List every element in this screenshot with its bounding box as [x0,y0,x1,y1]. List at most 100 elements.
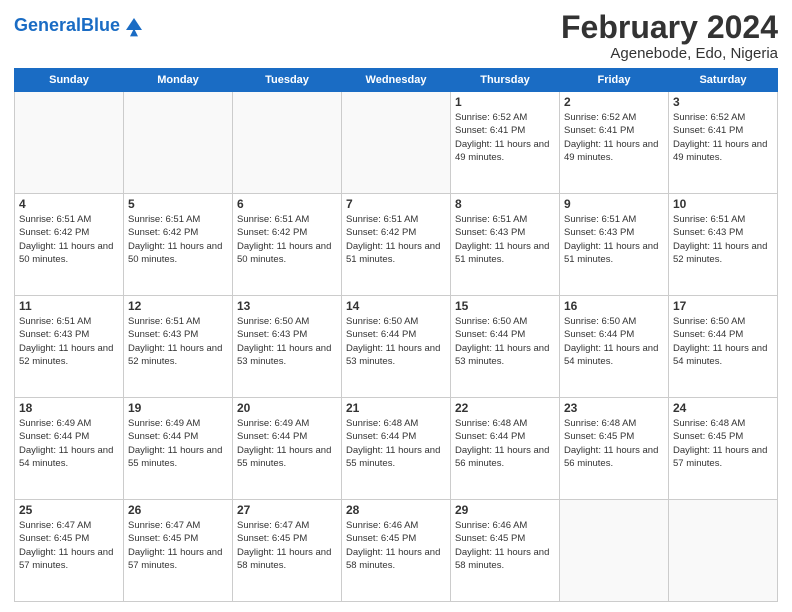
day-number: 1 [455,95,555,109]
day-info: Sunrise: 6:50 AM Sunset: 6:44 PM Dayligh… [346,315,446,368]
day-number: 3 [673,95,773,109]
day-number: 9 [564,197,664,211]
weekday-saturday: Saturday [669,69,778,92]
day-info: Sunrise: 6:46 AM Sunset: 6:45 PM Dayligh… [455,519,555,572]
weekday-friday: Friday [560,69,669,92]
day-number: 23 [564,401,664,415]
day-number: 8 [455,197,555,211]
day-info: Sunrise: 6:52 AM Sunset: 6:41 PM Dayligh… [673,111,773,164]
day-number: 27 [237,503,337,517]
day-cell: 19 Sunrise: 6:49 AM Sunset: 6:44 PM Dayli… [124,398,233,500]
day-cell: 17 Sunrise: 6:50 AM Sunset: 6:44 PM Dayli… [669,296,778,398]
day-cell: 29Sunrise: 6:46 AM Sunset: 6:45 PM Dayli… [451,500,560,602]
day-number: 2 [564,95,664,109]
day-number: 17 [673,299,773,313]
day-number: 24 [673,401,773,415]
day-info: Sunrise: 6:51 AM Sunset: 6:43 PM Dayligh… [128,315,228,368]
day-cell: 9 Sunrise: 6:51 AM Sunset: 6:43 PM Daylig… [560,194,669,296]
title-area: February 2024 Agenebode, Edo, Nigeria [561,10,778,62]
day-cell: 18 Sunrise: 6:49 AM Sunset: 6:44 PM Dayli… [15,398,124,500]
day-cell: 4 Sunrise: 6:51 AM Sunset: 6:42 PM Daylig… [15,194,124,296]
day-cell [233,92,342,194]
day-cell: 5 Sunrise: 6:51 AM Sunset: 6:42 PM Daylig… [124,194,233,296]
week-row-0: 1 Sunrise: 6:52 AM Sunset: 6:41 PM Daylig… [15,92,778,194]
subtitle: Agenebode, Edo, Nigeria [561,45,778,62]
day-info: Sunrise: 6:51 AM Sunset: 6:43 PM Dayligh… [455,213,555,266]
day-number: 18 [19,401,119,415]
day-cell: 16 Sunrise: 6:50 AM Sunset: 6:44 PM Dayli… [560,296,669,398]
day-cell: 21 Sunrise: 6:48 AM Sunset: 6:44 PM Dayli… [342,398,451,500]
day-info: Sunrise: 6:47 AM Sunset: 6:45 PM Dayligh… [237,519,337,572]
week-row-2: 11Sunrise: 6:51 AM Sunset: 6:43 PM Dayli… [15,296,778,398]
weekday-thursday: Thursday [451,69,560,92]
header: GeneralBlue February 2024 Agenebode, Edo… [14,10,778,62]
day-info: Sunrise: 6:52 AM Sunset: 6:41 PM Dayligh… [455,111,555,164]
day-cell: 7 Sunrise: 6:51 AM Sunset: 6:42 PM Daylig… [342,194,451,296]
day-number: 22 [455,401,555,415]
day-number: 25 [19,503,119,517]
day-number: 7 [346,197,446,211]
logo-text-general: General [14,15,81,35]
day-info: Sunrise: 6:50 AM Sunset: 6:44 PM Dayligh… [564,315,664,368]
day-cell: 25 Sunrise: 6:47 AM Sunset: 6:45 PM Dayli… [15,500,124,602]
day-info: Sunrise: 6:51 AM Sunset: 6:43 PM Dayligh… [564,213,664,266]
day-number: 4 [19,197,119,211]
day-cell: 3 Sunrise: 6:52 AM Sunset: 6:41 PM Daylig… [669,92,778,194]
day-number: 12 [128,299,228,313]
day-cell: 28 Sunrise: 6:46 AM Sunset: 6:45 PM Dayli… [342,500,451,602]
day-cell: 22Sunrise: 6:48 AM Sunset: 6:44 PM Dayli… [451,398,560,500]
calendar-table: SundayMondayTuesdayWednesdayThursdayFrid… [14,68,778,602]
day-cell: 15 Sunrise: 6:50 AM Sunset: 6:44 PM Dayli… [451,296,560,398]
day-cell [342,92,451,194]
day-cell: 8 Sunrise: 6:51 AM Sunset: 6:43 PM Daylig… [451,194,560,296]
day-info: Sunrise: 6:49 AM Sunset: 6:44 PM Dayligh… [237,417,337,470]
day-info: Sunrise: 6:47 AM Sunset: 6:45 PM Dayligh… [19,519,119,572]
day-cell: 6 Sunrise: 6:51 AM Sunset: 6:42 PM Daylig… [233,194,342,296]
day-cell: 20 Sunrise: 6:49 AM Sunset: 6:44 PM Dayli… [233,398,342,500]
day-number: 26 [128,503,228,517]
day-info: Sunrise: 6:51 AM Sunset: 6:43 PM Dayligh… [673,213,773,266]
day-cell: 11Sunrise: 6:51 AM Sunset: 6:43 PM Dayli… [15,296,124,398]
day-info: Sunrise: 6:48 AM Sunset: 6:44 PM Dayligh… [346,417,446,470]
weekday-wednesday: Wednesday [342,69,451,92]
day-cell: 24 Sunrise: 6:48 AM Sunset: 6:45 PM Dayli… [669,398,778,500]
day-info: Sunrise: 6:48 AM Sunset: 6:45 PM Dayligh… [564,417,664,470]
day-info: Sunrise: 6:51 AM Sunset: 6:42 PM Dayligh… [346,213,446,266]
day-number: 19 [128,401,228,415]
day-info: Sunrise: 6:51 AM Sunset: 6:43 PM Dayligh… [19,315,119,368]
day-number: 16 [564,299,664,313]
day-number: 28 [346,503,446,517]
day-info: Sunrise: 6:51 AM Sunset: 6:42 PM Dayligh… [237,213,337,266]
day-cell: 13Sunrise: 6:50 AM Sunset: 6:43 PM Dayli… [233,296,342,398]
weekday-tuesday: Tuesday [233,69,342,92]
day-cell [15,92,124,194]
day-cell [560,500,669,602]
week-row-4: 25 Sunrise: 6:47 AM Sunset: 6:45 PM Dayli… [15,500,778,602]
day-cell: 2Sunrise: 6:52 AM Sunset: 6:41 PM Daylig… [560,92,669,194]
logo-icon [122,14,146,38]
main-title: February 2024 [561,10,778,45]
logo: GeneralBlue [14,14,146,38]
weekday-header-row: SundayMondayTuesdayWednesdayThursdayFrid… [15,69,778,92]
day-cell: 14Sunrise: 6:50 AM Sunset: 6:44 PM Dayli… [342,296,451,398]
logo-text: GeneralBlue [14,16,120,36]
day-cell [124,92,233,194]
day-number: 15 [455,299,555,313]
day-info: Sunrise: 6:46 AM Sunset: 6:45 PM Dayligh… [346,519,446,572]
day-number: 10 [673,197,773,211]
day-number: 5 [128,197,228,211]
day-number: 20 [237,401,337,415]
day-number: 6 [237,197,337,211]
week-row-1: 4 Sunrise: 6:51 AM Sunset: 6:42 PM Daylig… [15,194,778,296]
day-cell: 27 Sunrise: 6:47 AM Sunset: 6:45 PM Dayli… [233,500,342,602]
day-info: Sunrise: 6:51 AM Sunset: 6:42 PM Dayligh… [128,213,228,266]
day-info: Sunrise: 6:49 AM Sunset: 6:44 PM Dayligh… [19,417,119,470]
day-info: Sunrise: 6:50 AM Sunset: 6:44 PM Dayligh… [455,315,555,368]
day-info: Sunrise: 6:50 AM Sunset: 6:44 PM Dayligh… [673,315,773,368]
logo-text-blue: Blue [81,15,120,35]
day-info: Sunrise: 6:48 AM Sunset: 6:45 PM Dayligh… [673,417,773,470]
day-number: 21 [346,401,446,415]
page: GeneralBlue February 2024 Agenebode, Edo… [0,0,792,612]
day-info: Sunrise: 6:51 AM Sunset: 6:42 PM Dayligh… [19,213,119,266]
day-info: Sunrise: 6:49 AM Sunset: 6:44 PM Dayligh… [128,417,228,470]
